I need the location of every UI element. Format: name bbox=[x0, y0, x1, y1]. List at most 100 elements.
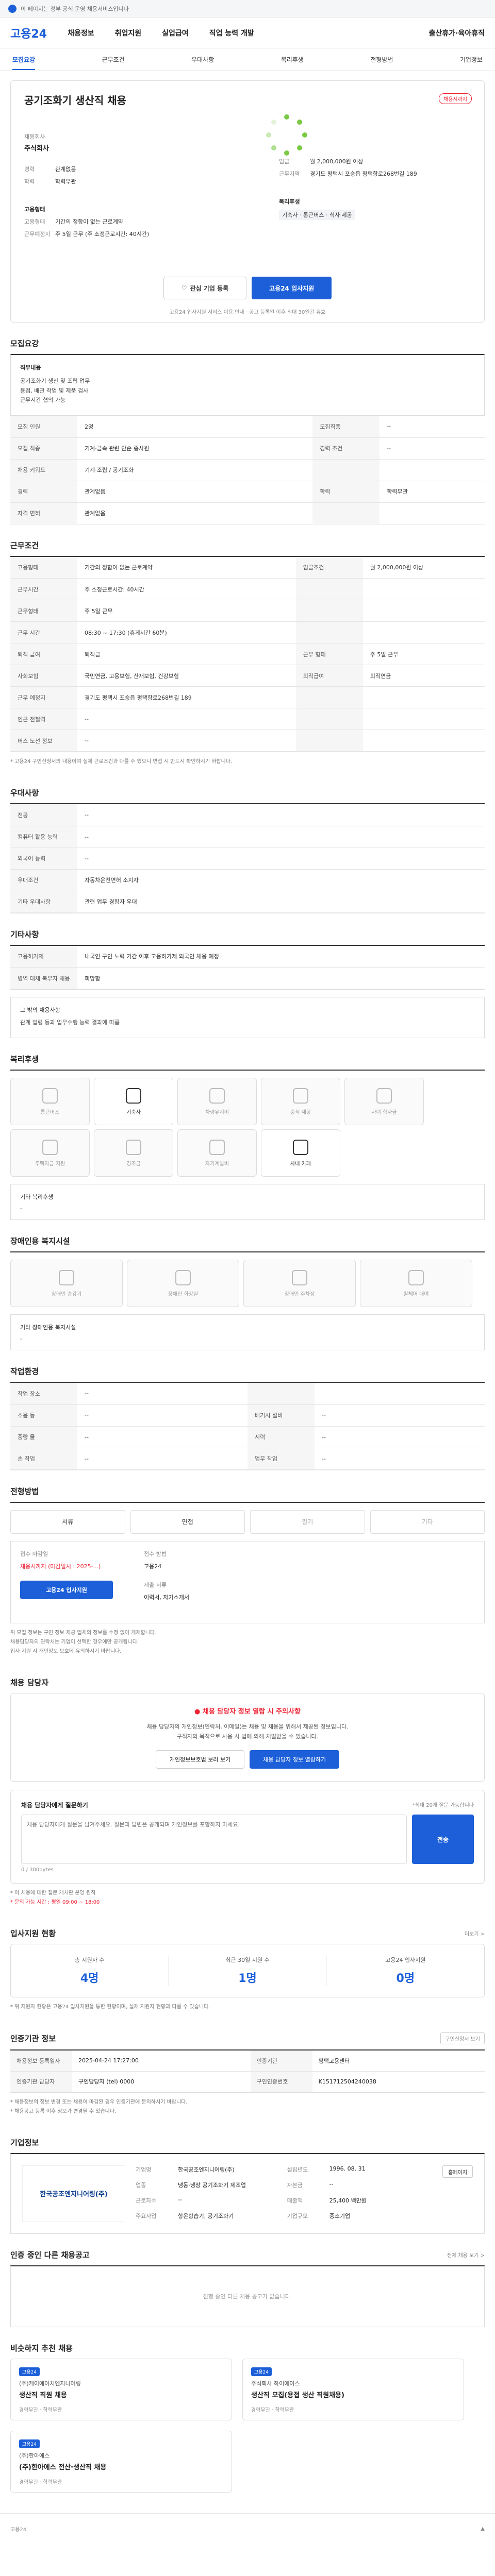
tab-welfare[interactable]: 복리후생 bbox=[281, 55, 304, 64]
note-line: 채용담당자의 연락처는 기업이 선택한 경우에만 공개됩니다. bbox=[10, 1639, 139, 1645]
selection-step: 서류 bbox=[10, 1510, 125, 1534]
interest-label: 관심 기업 등록 bbox=[190, 284, 229, 292]
table-row: 손 작업 -- 업무 작업 -- bbox=[10, 1448, 485, 1470]
section-title: 전형방법 bbox=[10, 1486, 39, 1496]
table-row: 근무형태 주 5일 근무 bbox=[10, 600, 485, 622]
apply-button[interactable]: 고용24 입사지원 bbox=[252, 277, 332, 299]
welfare-icon bbox=[376, 1088, 392, 1104]
pref-table-wrap: 전공 -- 컴퓨터 활용 능력 -- 외국어 능력 -- 우대조건 자동차운전면허 소지자 기타… bbox=[10, 803, 485, 913]
table-key: 사회보험 bbox=[10, 665, 77, 687]
stat-value: 1명 bbox=[238, 1972, 257, 1986]
summary-row: 고용형태 bbox=[24, 205, 200, 213]
selection-notes: 위 모집 정보는 구인 정보 제공 업체의 정보를 수정 없이 게재합니다. 채… bbox=[10, 1623, 485, 1662]
view-contact-button[interactable]: 채용 담당자 정보 열람하기 bbox=[250, 1750, 340, 1769]
welfare-icon bbox=[209, 1139, 225, 1155]
table-value: 08:30 ~ 17:30 (휴게시간 60분) bbox=[77, 621, 296, 643]
welfare-icon bbox=[209, 1088, 225, 1104]
table-row: 전공 -- bbox=[10, 804, 485, 826]
gov-mark-icon bbox=[8, 4, 16, 13]
table-value: -- bbox=[77, 1404, 248, 1427]
section-title-row: 인증기관 정보 구인신청서 보기 bbox=[10, 2032, 485, 2045]
table-value bbox=[362, 621, 485, 643]
section-tabs: 모집요강 근무조건 우대사항 복리후생 전형방법 기업정보 bbox=[0, 48, 495, 71]
company-name[interactable]: 주식회사 bbox=[24, 143, 200, 152]
applicant-more-link[interactable]: 더보기 > bbox=[465, 1929, 485, 1937]
homepage-label: 홈페이지 bbox=[448, 2170, 467, 2176]
tab-company[interactable]: 기업정보 bbox=[460, 55, 483, 64]
nav-item-right[interactable]: 출산휴가·육아휴직 bbox=[429, 28, 485, 38]
welfare-other-value: - bbox=[20, 1205, 22, 1212]
summary-row: 임금 월 2,000,000원 이상 bbox=[279, 157, 485, 165]
table-key: 인근 전철역 bbox=[10, 708, 77, 730]
other-more-link[interactable]: 전체 채용 보기 > bbox=[447, 2251, 485, 2259]
selection-step: 면접 bbox=[130, 1510, 245, 1534]
table-key: 학력 bbox=[312, 481, 380, 503]
footer: 고용24 ▲ bbox=[0, 2513, 495, 2544]
table-value: -- bbox=[77, 708, 296, 730]
job-card[interactable]: 고용24 주식회사 하이에이스 생산직 모집(용접 생산 직원채용) 경력무관 · 학… bbox=[242, 2358, 464, 2420]
card-company: (주)케이에이치엔지니어링 bbox=[19, 2380, 81, 2387]
tab-selection[interactable]: 전형방법 bbox=[370, 55, 393, 64]
welfare-item: 자녀 학자금 bbox=[344, 1078, 424, 1125]
company-key: 자본금 bbox=[287, 2181, 303, 2189]
welfare-icon bbox=[42, 1139, 58, 1155]
privacy-law-button[interactable]: 개인정보보호법 보러 보기 bbox=[155, 1750, 245, 1769]
card-title: (주)한아에스 전산·생산직 채용 bbox=[19, 2463, 107, 2471]
etc-section: 기타사항 고용허가제 내국인 구인 노력 기간 이후 고용허가제 외국인 채용 예… bbox=[10, 929, 485, 1038]
footer-top-icon[interactable]: ▲ bbox=[481, 2526, 485, 2532]
tab-work[interactable]: 근무조건 bbox=[102, 55, 125, 64]
disability-item: 장애인 승강기 bbox=[10, 1260, 123, 1307]
apply-button-2[interactable]: 고용24 입사지원 bbox=[20, 1580, 113, 1599]
section-title-row: 입사지원 현황 더보기 > bbox=[10, 1928, 485, 1939]
work-section: 근무조건 고용형태 기간의 정함이 없는 근로계약 임금조건 월 2,000,000원… bbox=[10, 540, 485, 772]
interest-button[interactable]: ♡ 관심 기업 등록 bbox=[163, 277, 247, 299]
tab-recruit[interactable]: 모집요강 bbox=[12, 55, 36, 70]
table-value: 내국인 구인 노력 기간 이후 고용허가제 외국인 채용 예정 bbox=[77, 945, 485, 968]
tab-pref[interactable]: 우대사항 bbox=[191, 55, 214, 64]
welfare-item: 사내 카페 bbox=[261, 1129, 340, 1177]
welfare-label: 중식 제공 bbox=[290, 1109, 311, 1115]
table-row: 중량 물 -- 시력 -- bbox=[10, 1426, 485, 1448]
nav-item[interactable]: 실업급여 bbox=[162, 28, 189, 38]
summary-key: 복리후생 bbox=[279, 198, 300, 205]
table-value: 관련 업무 경험자 우대 bbox=[77, 891, 485, 913]
summary-key: 근무지역 bbox=[279, 171, 300, 177]
site-logo[interactable]: 고용24 bbox=[10, 25, 47, 41]
table-value: 퇴직연금 bbox=[362, 665, 485, 687]
question-header: 채용 담당자에게 질문하기 *최대 20개 질문 가능합니다 bbox=[21, 1801, 474, 1809]
table-key: 근무 예정지 bbox=[10, 686, 77, 708]
table-key: 근무시간 bbox=[10, 578, 77, 600]
summary-value: 월 2,000,000원 이상 bbox=[310, 158, 364, 165]
company-value: -- bbox=[178, 2196, 182, 2203]
table-value: 국민연금, 고용보험, 산재보험, 건강보험 bbox=[77, 665, 296, 687]
job-card[interactable]: 고용24 (주)케이에이치엔지니어링 생산직 직원 채용 경력무관 · 학력무관 bbox=[10, 2358, 232, 2420]
homepage-button[interactable]: 홈페이지 bbox=[442, 2165, 473, 2178]
table-row: 작업 장소 -- bbox=[10, 1383, 485, 1405]
env-table: 작업 장소 -- 소음 등 -- 배기시 설비 -- 중량 물 -- 시력 -- 손 작업 -- 업무 … bbox=[10, 1383, 485, 1470]
welfare-item: 자기계발비 bbox=[177, 1129, 257, 1177]
table-key bbox=[295, 621, 363, 643]
disability-section: 장애인용 복지시설 장애인 승강기 장애인 화장실 장애인 주차장 휠체어 대여 기타… bbox=[10, 1235, 485, 1350]
table-row: 외국어 능력 -- bbox=[10, 848, 485, 870]
question-input[interactable] bbox=[21, 1815, 407, 1865]
company-value: 항온항습기, 공기조화기 bbox=[178, 2212, 234, 2219]
job-card[interactable]: 고용24 (주)한아에스 (주)한아에스 전산·생산직 채용 경력무관 · 학력무관 bbox=[10, 2430, 232, 2493]
company-section: 기업정보 한국공조엔지니어링(주) 기업명 한국공조엔지니어링(주) 설립년도 199… bbox=[10, 2137, 485, 2234]
application-form-link[interactable]: 구인신청서 보기 bbox=[440, 2032, 485, 2045]
company-info: 기업명 한국공조엔지니어링(주) 설립년도 1996. 08. 31 업종 냉동·냉장 공… bbox=[136, 2165, 432, 2222]
table-row: 인증기관 담당자 구인담당자 (tel) 0000 구인인증번호 K151712504… bbox=[10, 2071, 485, 2092]
recruit-table: 모집 인원 2명 모집직종 -- 모집 직종 기계·금속 관련 단순 종사원 경력 조건 --… bbox=[10, 416, 485, 524]
nav-item[interactable]: 취업지원 bbox=[115, 28, 142, 38]
summary-row: 고용형태 기간의 정함이 없는 근로계약 bbox=[24, 217, 200, 226]
summary-row: 복리후생 bbox=[279, 197, 485, 206]
disability-item: 휠체어 대여 bbox=[360, 1260, 472, 1307]
question-send-button[interactable]: 전송 bbox=[412, 1815, 474, 1865]
disability-label: 휠체어 대여 bbox=[403, 1291, 429, 1297]
company-key: 기업규모 bbox=[287, 2212, 308, 2219]
pref-table: 전공 -- 컴퓨터 활용 능력 -- 외국어 능력 -- 우대조건 자동차운전면허 소지자 기타… bbox=[10, 804, 485, 913]
nav-item[interactable]: 채용정보 bbox=[68, 28, 94, 38]
welfare-label: 주택자금 지원 bbox=[35, 1161, 65, 1167]
table-row: 근무시간 주 소정근로시간: 40시간 bbox=[10, 578, 485, 600]
contact-text: 채용 담당자의 개인정보(연락처, 이메일)는 채용 및 채용을 위해서 제공된… bbox=[146, 1723, 349, 1730]
nav-item[interactable]: 직업 능력 개발 bbox=[209, 28, 254, 38]
